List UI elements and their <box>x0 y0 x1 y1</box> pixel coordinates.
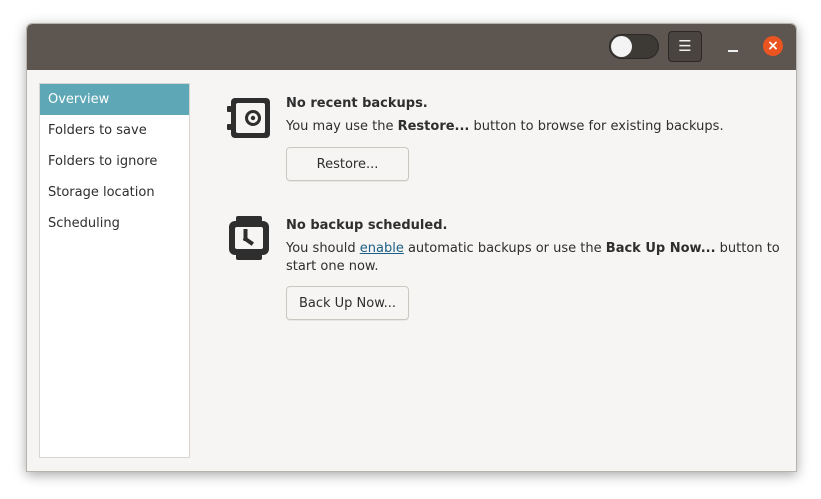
minimize-button[interactable] <box>727 35 739 59</box>
restore-heading: No recent backups. <box>286 96 428 111</box>
deja-dup-window: ☰ × Overview Folders to save Folders to … <box>26 23 797 472</box>
watch-icon <box>229 216 269 260</box>
schedule-description-line2: start one now. <box>286 259 379 274</box>
close-button[interactable]: × <box>763 36 783 56</box>
restore-description: You may use the Restore... button to bro… <box>286 119 724 134</box>
toggle-knob <box>611 36 632 57</box>
sidebar-item-storage-location[interactable]: Storage location <box>40 177 189 208</box>
hamburger-menu-icon: ☰ <box>678 37 692 55</box>
close-icon: × <box>767 38 779 54</box>
sidebar-item-folders-to-ignore[interactable]: Folders to ignore <box>40 146 189 177</box>
schedule-description: You should enable automatic backups or u… <box>286 241 780 256</box>
backup-toggle-switch[interactable] <box>609 34 659 59</box>
sidebar-item-overview[interactable]: Overview <box>40 84 189 115</box>
header-bar: ☰ × <box>27 24 796 70</box>
back-up-now-button[interactable]: Back Up Now... <box>286 286 409 320</box>
sidebar-item-scheduling[interactable]: Scheduling <box>40 208 189 239</box>
safe-icon <box>227 98 270 138</box>
restore-button[interactable]: Restore... <box>286 147 409 181</box>
enable-link[interactable]: enable <box>360 241 404 256</box>
sidebar: Overview Folders to save Folders to igno… <box>39 83 190 458</box>
schedule-heading: No backup scheduled. <box>286 218 448 233</box>
sidebar-item-folders-to-save[interactable]: Folders to save <box>40 115 189 146</box>
hamburger-menu-button[interactable]: ☰ <box>668 31 702 62</box>
